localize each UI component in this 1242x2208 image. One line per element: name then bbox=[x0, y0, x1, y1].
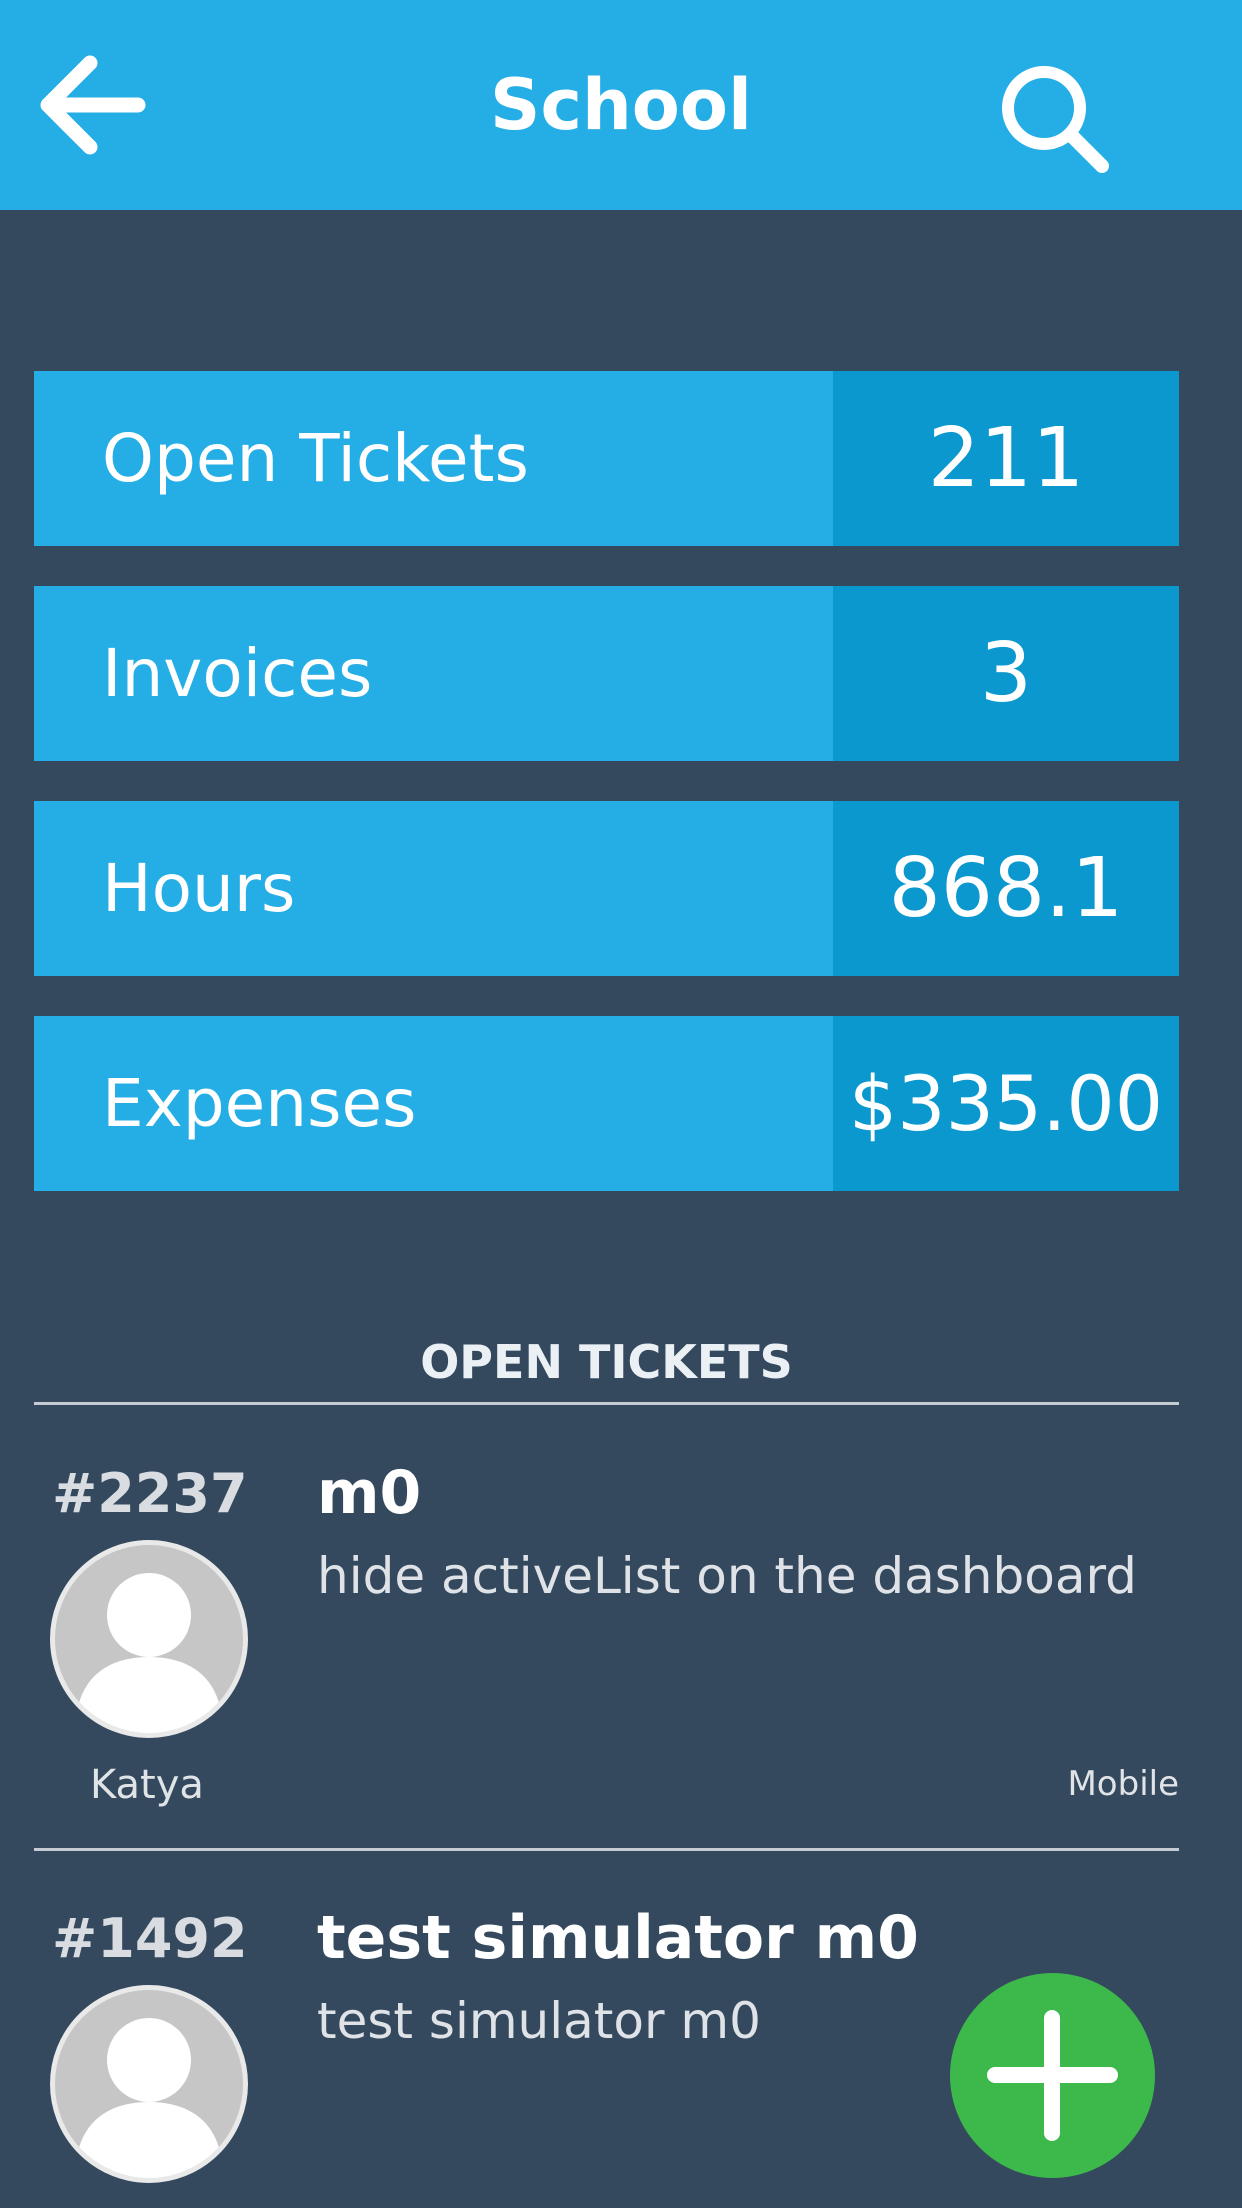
ticket-title: test simulator m0 bbox=[317, 1903, 919, 1973]
section-title: OPEN TICKETS bbox=[420, 1335, 793, 1389]
stat-label: Expenses bbox=[102, 1065, 417, 1142]
stat-invoices[interactable]: Invoices 3 bbox=[34, 586, 1179, 761]
ticket-item[interactable]: #2237 m0 hide activeList on the dashboar… bbox=[34, 1452, 1179, 1892]
stat-value: 211 bbox=[833, 371, 1179, 546]
ticket-id: #1492 bbox=[52, 1907, 248, 1970]
add-ticket-button[interactable] bbox=[950, 1973, 1155, 2178]
stat-label: Open Tickets bbox=[102, 420, 529, 497]
ticket-divider bbox=[34, 1848, 1179, 1851]
search-icon bbox=[1002, 66, 1109, 173]
stat-value: $335.00 bbox=[833, 1016, 1179, 1191]
stat-value: 868.1 bbox=[833, 801, 1179, 976]
avatar bbox=[50, 1985, 248, 2183]
stat-expenses[interactable]: Expenses $335.00 bbox=[34, 1016, 1179, 1191]
search-button[interactable] bbox=[992, 56, 1122, 176]
ticket-source: Mobile bbox=[1067, 1764, 1179, 1804]
stat-hours[interactable]: Hours 868.1 bbox=[34, 801, 1179, 976]
plus-icon bbox=[987, 2010, 1118, 2141]
stat-value: 3 bbox=[833, 586, 1179, 761]
ticket-description: hide activeList on the dashboard bbox=[317, 1547, 1137, 1605]
ticket-description: test simulator m0 bbox=[317, 1992, 761, 2050]
avatar bbox=[50, 1540, 248, 1738]
stats-panel: Open Tickets 211 Invoices 3 Hours 868.1 … bbox=[34, 371, 1179, 1231]
stat-label: Hours bbox=[102, 850, 296, 927]
app-header: School bbox=[0, 0, 1242, 210]
stat-open-tickets[interactable]: Open Tickets 211 bbox=[34, 371, 1179, 546]
user-placeholder-icon bbox=[75, 2018, 223, 2178]
ticket-title: m0 bbox=[317, 1458, 422, 1528]
ticket-user: Katya bbox=[90, 1762, 204, 1808]
stat-label: Invoices bbox=[102, 635, 373, 712]
ticket-id: #2237 bbox=[52, 1462, 248, 1525]
user-placeholder-icon bbox=[75, 1573, 223, 1733]
section-divider bbox=[34, 1402, 1179, 1405]
